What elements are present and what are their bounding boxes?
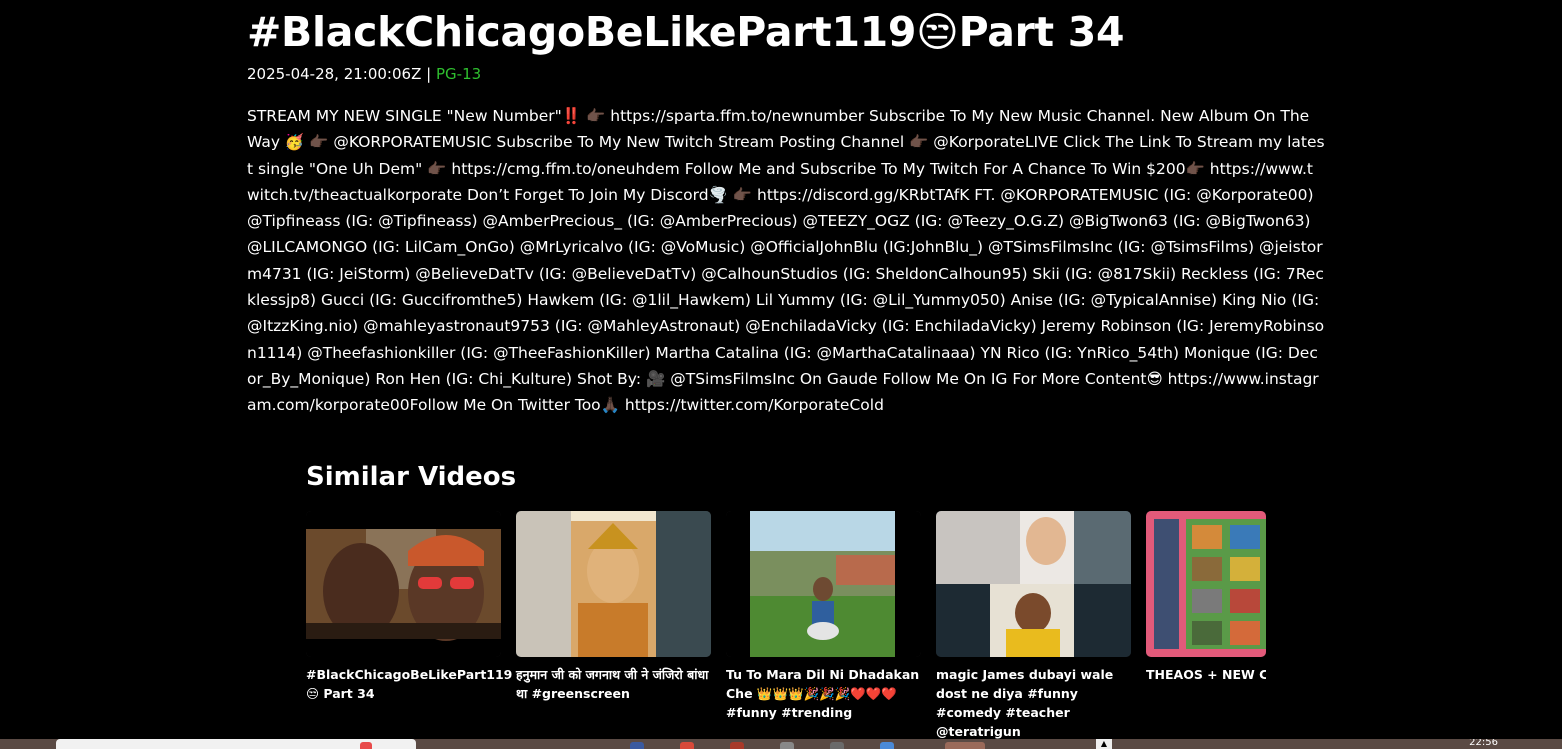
- similar-video-title[interactable]: Tu To Mara Dil Ni Dhadakan Che 👑👑👑🎉🎉🎉❤️❤…: [726, 665, 921, 722]
- similar-video-title[interactable]: हनुमान जी को जगनाथ जी ने जंजिरो बांधा था…: [516, 665, 711, 703]
- app-icon[interactable]: [730, 742, 744, 749]
- similar-video-card[interactable]: Tu To Mara Dil Ni Dhadakan Che 👑👑👑🎉🎉🎉❤️❤…: [726, 511, 921, 741]
- similar-videos-heading: Similar Videos: [306, 462, 517, 492]
- video-meta: 2025-04-28, 21:00:06Z | PG-13: [247, 65, 481, 83]
- app-icon[interactable]: [680, 742, 694, 749]
- similar-video-title[interactable]: THEAOS + NEW CAR RAIDS 🔥😱 || Indian Driv…: [1146, 665, 1266, 684]
- similar-video-card[interactable]: #BlackChicagoBeLikePart119😒 Part 34: [306, 511, 512, 741]
- video-title: #BlackChicagoBeLikePart119😒Part 34: [247, 8, 1125, 56]
- similar-video-title[interactable]: #BlackChicagoBeLikePart119😒 Part 34: [306, 665, 512, 703]
- similar-videos-list: #BlackChicagoBeLikePart119😒 Part 34 हनुम…: [306, 511, 1266, 741]
- similar-video-card[interactable]: हनुमान जी को जगनाथ जी ने जंजिरो बांधा था…: [516, 511, 711, 741]
- app-icon[interactable]: [880, 742, 894, 749]
- similar-videos-section: Similar Videos #BlackChicagoBeLikePart11…: [306, 462, 1268, 749]
- app-icon[interactable]: [945, 742, 985, 749]
- meta-separator: |: [426, 65, 432, 83]
- app-icon[interactable]: [780, 742, 794, 749]
- taskbar-clock[interactable]: 22:56: [1469, 739, 1498, 748]
- similar-video-card[interactable]: magic James dubayi wale dost ne diya #fu…: [936, 511, 1131, 741]
- similar-video-title[interactable]: magic James dubayi wale dost ne diya #fu…: [936, 665, 1131, 741]
- video-thumbnail[interactable]: [306, 511, 501, 657]
- flower-icon: [360, 742, 372, 749]
- video-thumbnail[interactable]: [726, 511, 921, 657]
- video-thumbnail[interactable]: [516, 511, 711, 657]
- app-icon[interactable]: [830, 742, 844, 749]
- video-description: STREAM MY NEW SINGLE "New Number"‼️ 👉🏿 h…: [247, 107, 1325, 415]
- video-thumbnail[interactable]: [1146, 511, 1266, 657]
- similar-video-card[interactable]: THEAOS + NEW CAR RAIDS 🔥😱 || Indian Driv…: [1146, 511, 1266, 741]
- app-icon[interactable]: [630, 742, 644, 749]
- os-taskbar: ▲ 22:56: [0, 739, 1562, 749]
- video-thumbnail[interactable]: [936, 511, 1131, 657]
- content-rating: PG-13: [435, 65, 482, 83]
- chevron-up-icon[interactable]: ▲: [1096, 739, 1112, 749]
- upload-timestamp: 2025-04-28, 21:00:06Z: [247, 65, 422, 83]
